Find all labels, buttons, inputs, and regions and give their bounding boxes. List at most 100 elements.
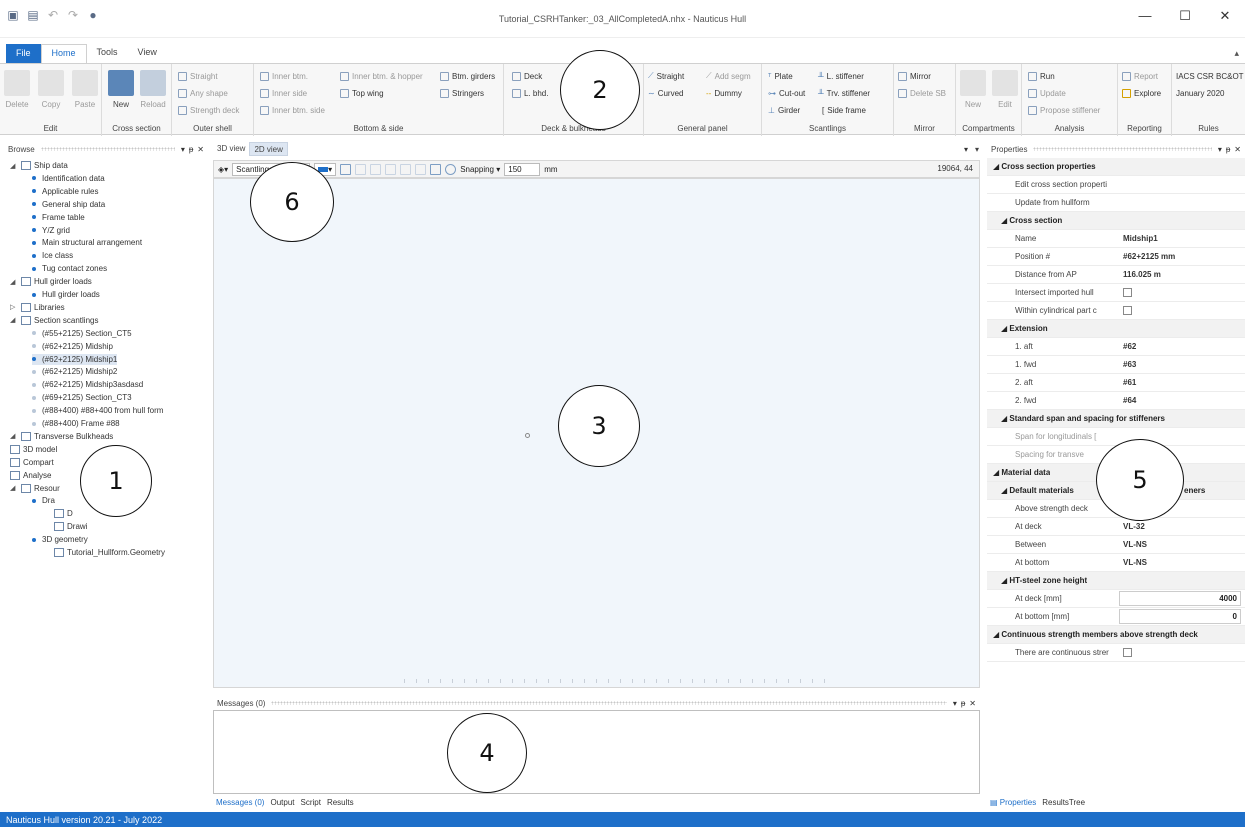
property-checkbox[interactable]: [1123, 648, 1132, 657]
pane-menu-icon[interactable]: ▾: [1218, 145, 1222, 154]
tab-messages[interactable]: Messages (0): [216, 798, 264, 807]
tree-node[interactable]: (#69+2125) Section_CT3: [32, 392, 132, 403]
any-shape-button[interactable]: Any shape: [178, 86, 228, 100]
property-row[interactable]: 2. aft #61: [987, 374, 1245, 392]
l-stiffener-tool-icon[interactable]: [385, 163, 397, 175]
close-pane-icon[interactable]: ✕: [969, 699, 976, 708]
tree-node[interactable]: Y/Z grid: [32, 225, 70, 236]
tree-node[interactable]: ◢ Ship data: [10, 160, 68, 171]
property-category[interactable]: ◢ Cross section: [987, 212, 1245, 230]
property-value[interactable]: #63: [1119, 360, 1136, 369]
l-stiffener-button[interactable]: ╨ L. stiffener: [818, 69, 864, 83]
close-pane-icon[interactable]: ✕: [197, 145, 204, 154]
tab-2d-view[interactable]: 2D view: [249, 142, 288, 156]
tab-results-tree[interactable]: ResultsTree: [1042, 798, 1085, 807]
tree-node[interactable]: ◢ Section scantlings: [10, 315, 98, 326]
tree-node[interactable]: (#88+400) #88+400 from hull form: [32, 405, 163, 416]
property-value[interactable]: #64: [1119, 396, 1136, 405]
inner-btm-hopper-button[interactable]: Inner btm. & hopper: [340, 69, 423, 83]
select-tool-icon[interactable]: [340, 163, 352, 175]
maximize-button[interactable]: ☐: [1165, 8, 1205, 24]
property-row[interactable]: Span for longitudinals [: [987, 428, 1245, 446]
tree-node[interactable]: Tutorial_Hullform.Geometry: [54, 547, 165, 558]
pane-menu-icon[interactable]: ▾: [181, 145, 185, 154]
collapse-arrow-icon[interactable]: ◢: [10, 316, 18, 324]
property-value[interactable]: #62: [1119, 342, 1136, 351]
propose-stiffener-button[interactable]: Propose stiffener: [1028, 103, 1100, 117]
inner-btm-button[interactable]: Inner btm.: [260, 69, 308, 83]
ribbon-collapse-icon[interactable]: ▴: [1234, 48, 1239, 59]
tab-results[interactable]: Results: [327, 798, 354, 807]
property-row[interactable]: 1. fwd #63: [987, 356, 1245, 374]
tree-node[interactable]: (#62+2125) Midship2: [32, 366, 117, 377]
collapse-arrow-icon[interactable]: ◢: [10, 278, 18, 286]
tree-node[interactable]: Analyse: [10, 470, 51, 481]
reload-button[interactable]: Reload: [136, 70, 170, 109]
tree-node[interactable]: (#55+2125) Section_CT5: [32, 328, 132, 339]
tree-node[interactable]: 3D model: [10, 444, 57, 455]
add-segm-button[interactable]: ⟋ Add segm: [706, 69, 751, 83]
dummy-button[interactable]: ‐‐ Dummy: [706, 86, 742, 100]
property-value[interactable]: #62+2125 mm: [1119, 252, 1175, 261]
trv-stiffener-tool-icon[interactable]: [400, 163, 412, 175]
layers-icon[interactable]: ◈▾: [218, 165, 228, 174]
tree-node[interactable]: (#62+2125) Midship: [32, 341, 113, 352]
tab-home[interactable]: Home: [40, 44, 87, 64]
tree-node[interactable]: ◢ Transverse Bulkheads: [10, 431, 113, 442]
curved-button[interactable]: ∼ Curved: [648, 86, 684, 100]
tree-node[interactable]: 3D geometry: [32, 534, 88, 545]
tree-node[interactable]: Compart: [10, 457, 54, 468]
snapping-button[interactable]: Snapping ▾: [460, 165, 500, 174]
straight-button[interactable]: Straight: [178, 69, 218, 83]
tab-output[interactable]: Output: [270, 798, 294, 807]
tab-view[interactable]: View: [128, 44, 167, 64]
property-row[interactable]: Name Midship1: [987, 230, 1245, 248]
deck-button[interactable]: Deck: [512, 69, 542, 83]
new-compartment-button[interactable]: New: [956, 70, 990, 109]
girder-button[interactable]: ⊥ Girder: [768, 103, 800, 117]
property-row[interactable]: Within cylindrical part c: [987, 302, 1245, 320]
tree-node[interactable]: Applicable rules: [32, 186, 98, 197]
tree-node[interactable]: Frame table: [32, 212, 85, 223]
tab-properties[interactable]: ▤ Properties: [990, 798, 1036, 807]
property-row[interactable]: Update from hullform: [987, 194, 1245, 212]
tree-node[interactable]: ▷ Libraries: [10, 302, 65, 313]
property-row[interactable]: At deck VL-32: [987, 518, 1245, 536]
property-checkbox[interactable]: [1123, 288, 1132, 297]
inner-side-button[interactable]: Inner side: [260, 86, 307, 100]
property-category[interactable]: ◢ HT-steel zone height: [987, 572, 1245, 590]
property-category[interactable]: ◢ Cross section properties: [987, 158, 1245, 176]
property-row[interactable]: At bottom VL-NS: [987, 554, 1245, 572]
tree-node[interactable]: Drawi: [54, 521, 87, 532]
bracket-tool-icon[interactable]: [430, 163, 442, 175]
edit-compartment-button[interactable]: Edit: [988, 70, 1022, 109]
chevron-down-icon[interactable]: ▾: [975, 145, 979, 154]
inner-btm-side-button[interactable]: Inner btm. side: [260, 103, 325, 117]
snapping-input[interactable]: 150: [504, 162, 541, 176]
property-checkbox[interactable]: [1123, 306, 1132, 315]
copy-button[interactable]: Copy: [34, 70, 68, 109]
plate-tool-icon[interactable]: [370, 163, 382, 175]
property-row[interactable]: Distance from AP 116.025 m: [987, 266, 1245, 284]
panel-straight-button[interactable]: ⟋ Straight: [648, 69, 684, 83]
delete-sb-button[interactable]: Delete SB: [898, 86, 946, 100]
tab-tools[interactable]: Tools: [87, 44, 128, 64]
property-row[interactable]: At deck [mm] 4000: [987, 590, 1245, 608]
btm-girders-button[interactable]: Btm. girders: [440, 69, 495, 83]
plate-button[interactable]: ᵀ Plate: [768, 69, 793, 83]
expand-arrow-icon[interactable]: ▷: [10, 303, 18, 311]
property-row[interactable]: Position # #62+2125 mm: [987, 248, 1245, 266]
cut-out-button[interactable]: ⊶ Cut-out: [768, 86, 805, 100]
tree-node[interactable]: Tug contact zones: [32, 263, 107, 274]
report-button[interactable]: Report: [1122, 69, 1158, 83]
close-pane-icon[interactable]: ✕: [1234, 145, 1241, 154]
new-cross-section-button[interactable]: New: [104, 70, 138, 109]
property-row[interactable]: Between VL-NS: [987, 536, 1245, 554]
strength-deck-button[interactable]: Strength deck: [178, 103, 239, 117]
stringers-button[interactable]: Stringers: [440, 86, 484, 100]
collapse-arrow-icon[interactable]: ◢: [10, 162, 18, 170]
trv-stiffener-button[interactable]: ╨ Trv. stiffener: [818, 86, 870, 100]
refresh-icon[interactable]: [445, 163, 457, 175]
tree-node[interactable]: (#88+400) Frame #88: [32, 418, 120, 429]
property-value[interactable]: VL-32: [1119, 522, 1145, 531]
